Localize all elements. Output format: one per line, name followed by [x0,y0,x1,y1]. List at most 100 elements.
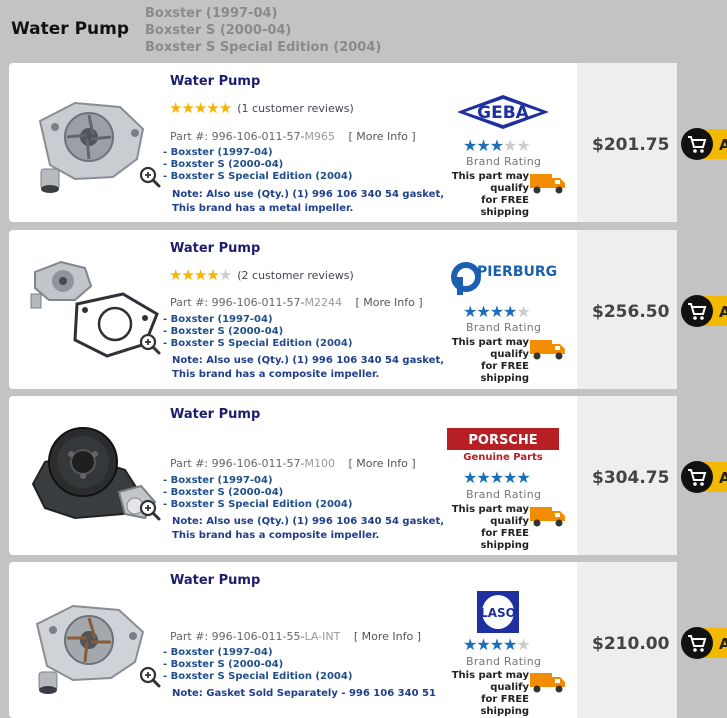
zoom-icon[interactable] [139,666,161,688]
model-item: Boxster (1997-04) [145,6,278,21]
fitment-list: - Boxster (1997-04) - Boxster S (2000-04… [163,147,352,183]
add-to-cart-button[interactable]: A [681,460,727,494]
product-card: Water Pump Part #: 996-106-011-55-LA-INT… [9,562,727,718]
zoom-icon[interactable] [139,166,161,188]
free-ship-line: for FREE shipping [480,195,529,218]
price: $256.50 [592,302,670,322]
fitment-list: - Boxster (1997-04) - Boxster S (2000-04… [163,475,352,511]
review-count-link[interactable]: (1 customer reviews) [237,102,353,115]
free-shipping-notice: This part may qualify for FREE shipping [437,337,529,385]
brand-name: GEBA [477,103,530,123]
truck-icon [530,507,565,527]
product-note: Note: Gasket Sold Separately - 996 106 3… [172,687,436,701]
brand-rating-stars: ★★★★★ [463,302,531,321]
brand-logo-laso: LASO [475,590,521,634]
add-to-cart-button[interactable]: A [681,127,727,161]
product-card: Water Pump ★★★★★ (2 customer reviews) Pa… [9,230,727,389]
product-note: Note: Also use (Qty.) (1) 996 106 340 54… [172,354,444,382]
fitment-item[interactable]: - Boxster S Special Edition (2004) [163,499,352,511]
price: $201.75 [592,135,670,155]
fitment-list: - Boxster (1997-04) - Boxster S (2000-04… [163,647,352,683]
fitment-item[interactable]: - Boxster S Special Edition (2004) [163,671,352,683]
brand-rating-label: Brand Rating [466,155,542,168]
note-line: Note: Gasket Sold Separately - 996 106 3… [172,688,436,699]
free-shipping-notice: This part may qualify for FREE shipping [437,504,529,552]
note-line: Note: Also use (Qty.) (1) 996 106 340 54… [172,516,445,527]
add-to-cart-button[interactable]: A [681,626,727,660]
zoom-icon[interactable] [139,499,161,521]
more-info-link[interactable]: [ More Info ] [349,457,416,470]
truck-icon [530,673,565,693]
part-number-prefix: Part #: 996-106-011-57- [170,296,305,309]
brand-rating-label: Brand Rating [466,488,542,501]
star-rating-icon: ★★★★★ [169,266,232,284]
product-image[interactable] [15,248,165,366]
free-ship-line: This part may qualify [451,670,529,693]
svg-text:A: A [719,469,727,487]
brand-logo-pierburg: PIERBURG [447,260,559,298]
part-number-prefix: Part #: 996-106-011-57- [170,130,305,143]
note-line: Note: Also use (Qty.) (1) 996 106 340 54… [172,189,445,200]
zoom-icon[interactable] [139,333,161,355]
product-note: Note: Also use (Qty.) (1) 996 106 340 54… [172,515,444,543]
free-ship-line: for FREE shipping [480,694,529,717]
product-title[interactable]: Water Pump [170,407,260,422]
part-number: Part #: 996-106-011-57-M965 [ More Info … [170,130,416,143]
brand-name: PORSCHE [468,433,537,448]
brand-rating-label: Brand Rating [466,321,542,334]
page-header: Water Pump Boxster (1997-04) Boxster S (… [0,0,727,62]
brand-logo-geba: GEBA [447,93,559,131]
add-to-cart-button[interactable]: A [681,294,727,328]
part-number-suffix: LA-INT [304,630,341,643]
model-list: Boxster (1997-04) Boxster S (2000-04) Bo… [145,5,381,56]
price: $210.00 [592,634,670,654]
product-image[interactable] [15,580,165,698]
product-note: Note: Also use (Qty.) (1) 996 106 340 54… [172,188,444,216]
price: $304.75 [592,468,670,488]
brand-rating-label: Brand Rating [466,655,542,668]
product-title[interactable]: Water Pump [170,573,260,588]
more-info-link[interactable]: [ More Info ] [349,130,416,143]
brand-rating-stars: ★★★★★ [463,136,531,155]
note-line: Note: Also use (Qty.) (1) 996 106 340 54… [172,355,445,366]
free-ship-line: This part may qualify [451,504,529,527]
fitment-item[interactable]: - Boxster (1997-04) [163,314,352,326]
product-card: Water Pump ★★★★★ (1 customer reviews) Pa… [9,63,727,222]
product-card: Water Pump Part #: 996-106-011-57-M100 [… [9,396,727,555]
more-info-link[interactable]: [ More Info ] [354,630,421,643]
brand-rating-stars: ★★★★★ [463,635,531,654]
model-item: Boxster S (2000-04) [145,23,292,38]
fitment-item[interactable]: - Boxster S (2000-04) [163,159,352,171]
product-title[interactable]: Water Pump [170,74,260,89]
fitment-item[interactable]: - Boxster S Special Edition (2004) [163,338,352,350]
brand-name: PIERBURG [477,264,557,280]
brand-logo-porsche: PORSCHE Genuine Parts [447,428,559,468]
review-count-link[interactable]: (2 customer reviews) [237,269,353,282]
note-line: This brand has a metal impeller. [172,203,354,214]
fitment-item[interactable]: - Boxster (1997-04) [163,475,352,487]
truck-icon [530,340,565,360]
fitment-item[interactable]: - Boxster (1997-04) [163,147,352,159]
part-number: Part #: 996-106-011-55-LA-INT [ More Inf… [170,630,421,643]
part-number: Part #: 996-106-011-57-M100 [ More Info … [170,457,416,470]
part-number-prefix: Part #: 996-106-011-57- [170,457,305,470]
fitment-item[interactable]: - Boxster S Special Edition (2004) [163,171,352,183]
review-stars[interactable]: ★★★★★ (2 customer reviews) [169,268,354,283]
product-image[interactable] [15,414,165,532]
product-title[interactable]: Water Pump [170,241,260,256]
part-number-prefix: Part #: 996-106-011-55- [170,630,305,643]
fitment-item[interactable]: - Boxster (1997-04) [163,647,352,659]
note-line: This brand has a composite impeller. [172,530,380,541]
part-number-suffix: M100 [304,457,336,470]
review-stars[interactable]: ★★★★★ (1 customer reviews) [169,101,354,116]
fitment-list: - Boxster (1997-04) - Boxster S (2000-04… [163,314,352,350]
fitment-item[interactable]: - Boxster S (2000-04) [163,659,352,671]
fitment-item[interactable]: - Boxster S (2000-04) [163,326,352,338]
model-item: Boxster S Special Edition (2004) [145,40,382,55]
star-rating-icon: ★★★★★ [169,99,232,117]
svg-text:A: A [719,303,727,321]
product-image[interactable] [15,81,165,199]
fitment-item[interactable]: - Boxster S (2000-04) [163,487,352,499]
brand-name: LASO [480,606,516,620]
more-info-link[interactable]: [ More Info ] [356,296,423,309]
